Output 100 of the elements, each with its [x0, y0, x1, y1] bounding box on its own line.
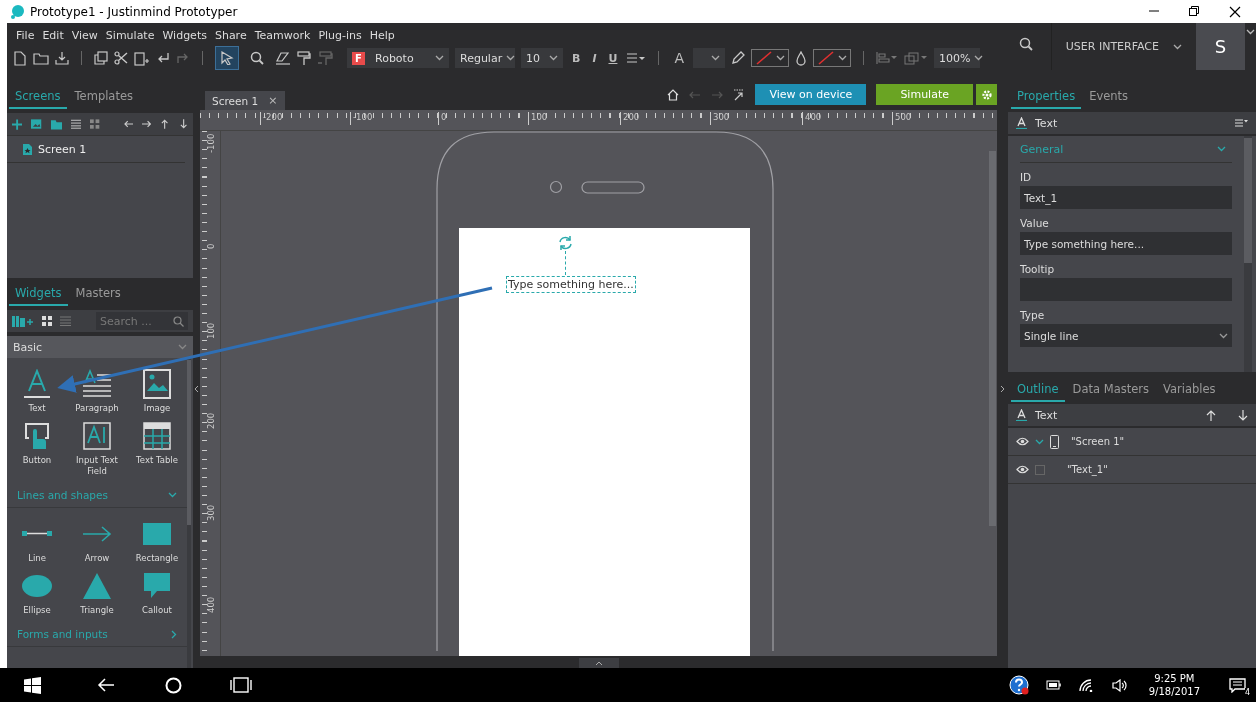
circle-icon[interactable]: [165, 676, 182, 694]
menu-item[interactable]: Share: [214, 28, 247, 42]
stroke-color-swatch[interactable]: [751, 49, 789, 67]
align-icon[interactable]: [626, 52, 647, 64]
wifi-icon[interactable]: [1078, 678, 1095, 692]
list-icon[interactable]: [60, 316, 71, 326]
panel-tab[interactable]: Templates: [68, 89, 139, 109]
font-style-dropdown[interactable]: Regular: [455, 48, 515, 68]
image-icon[interactable]: [31, 118, 42, 130]
scrollbar-thumb[interactable]: [988, 151, 996, 526]
panel-tab[interactable]: Masters: [69, 286, 127, 306]
collapse-left-icon[interactable]: [194, 385, 199, 393]
close-tab-button[interactable]: ×: [268, 94, 278, 107]
eye-icon[interactable]: [1016, 465, 1029, 474]
add-icon[interactable]: [12, 118, 23, 130]
menu-item[interactable]: Plug-ins: [318, 28, 362, 42]
back-icon[interactable]: [97, 678, 115, 692]
grid-icon[interactable]: [42, 316, 52, 326]
font-dropdown[interactable]: F Roboto: [347, 48, 449, 68]
battery-icon[interactable]: [1045, 680, 1062, 690]
drop-icon[interactable]: [795, 50, 807, 66]
widget-item[interactable]: Rectangle: [127, 518, 187, 564]
panel-tab[interactable]: Data Masters: [1066, 382, 1155, 402]
panel-tab[interactable]: Properties: [1011, 89, 1082, 109]
arrow-up-icon[interactable]: [1206, 409, 1216, 421]
eye-icon[interactable]: [1016, 437, 1029, 446]
settings-button[interactable]: [975, 84, 997, 105]
folder-icon[interactable]: [33, 51, 49, 65]
panel-tab[interactable]: Events: [1083, 89, 1135, 109]
underline-button[interactable]: U: [605, 51, 621, 65]
rotate-handle-icon[interactable]: [557, 235, 574, 251]
scissors-icon[interactable]: [114, 51, 128, 65]
widget-item[interactable]: Callout: [127, 570, 187, 616]
panel-tab[interactable]: Screens: [9, 89, 67, 109]
text-color-dropdown[interactable]: [693, 48, 725, 68]
menu-item[interactable]: File: [16, 28, 35, 42]
pencil-icon[interactable]: [731, 51, 745, 65]
menu-item[interactable]: View: [71, 28, 98, 42]
font-size-dropdown[interactable]: 10: [521, 48, 563, 68]
panel-tab[interactable]: Outline: [1011, 382, 1065, 402]
windows-logo-icon[interactable]: [24, 676, 41, 694]
screen-tab[interactable]: Screen 1 ×: [205, 91, 286, 110]
fill-color-swatch[interactable]: [813, 49, 851, 67]
eraser-icon[interactable]: [275, 51, 291, 65]
new-file-icon[interactable]: [13, 50, 27, 66]
bold-button[interactable]: B: [569, 51, 584, 65]
menu-item[interactable]: Simulate: [105, 28, 155, 42]
library-add-icon[interactable]: [12, 315, 34, 327]
paint-roller-icon[interactable]: [297, 50, 311, 66]
help-icon[interactable]: [1008, 675, 1029, 695]
copy-icon[interactable]: [94, 51, 108, 65]
italic-button[interactable]: I: [589, 51, 600, 65]
category-header[interactable]: Basic: [7, 336, 193, 358]
view-on-device-button[interactable]: View on device: [755, 84, 867, 105]
outline-item[interactable]: "Text_1": [1008, 456, 1256, 484]
arrow-up-icon[interactable]: [160, 119, 170, 129]
widget-item[interactable]: Text: [7, 368, 67, 414]
align-objects-icon[interactable]: [876, 51, 898, 65]
download-icon[interactable]: [55, 51, 69, 65]
widget-item[interactable]: Arrow: [67, 518, 127, 564]
menu-item[interactable]: Teamwork: [254, 28, 311, 42]
close-icon[interactable]: [1229, 5, 1241, 18]
restore-icon[interactable]: [1189, 5, 1199, 16]
menu-item[interactable]: Edit: [42, 28, 64, 42]
undo-icon[interactable]: [156, 52, 170, 64]
screen-item[interactable]: Screen 1: [7, 136, 185, 163]
user-avatar[interactable]: S: [1196, 23, 1245, 70]
arrow-down-icon[interactable]: [178, 119, 188, 129]
widget-item[interactable]: Input Text Field: [67, 420, 127, 477]
menu-icon[interactable]: [1235, 119, 1248, 127]
search-icon[interactable]: [1018, 37, 1033, 51]
type-dropdown[interactable]: Single line: [1020, 324, 1232, 347]
home-icon[interactable]: [667, 88, 680, 101]
scrollbar-thumb[interactable]: [1244, 138, 1252, 263]
collapse-up-icon[interactable]: [594, 660, 603, 666]
widget-item[interactable]: Image: [127, 368, 187, 414]
notifications-icon[interactable]: [1229, 677, 1246, 693]
input-field[interactable]: Text_1: [1020, 186, 1232, 209]
pointer-tool[interactable]: [215, 46, 239, 70]
input-field[interactable]: [1020, 278, 1232, 301]
widget-item[interactable]: Triangle: [67, 570, 127, 616]
menu-item[interactable]: Widgets: [162, 28, 207, 42]
collapse-right-icon[interactable]: [1000, 385, 1005, 393]
volume-icon[interactable]: [1111, 678, 1128, 692]
widget-item[interactable]: Line: [7, 518, 67, 564]
list-icon[interactable]: [70, 119, 81, 129]
task-view-icon[interactable]: [230, 677, 252, 693]
outline-item[interactable]: "Screen 1": [1008, 428, 1256, 456]
widget-item[interactable]: Text Table: [127, 420, 187, 477]
arrow-down-icon[interactable]: [1238, 409, 1248, 421]
zoom-dropdown[interactable]: 100%: [934, 48, 980, 68]
input-field[interactable]: Type something here...: [1020, 232, 1232, 255]
folder-add-icon[interactable]: [50, 118, 62, 130]
menu-item[interactable]: Help: [369, 28, 395, 42]
widget-item[interactable]: Button: [7, 420, 67, 477]
clock[interactable]: 9:25 PM 9/18/2017: [1148, 672, 1200, 698]
widget-item[interactable]: Ellipse: [7, 570, 67, 616]
panel-tab[interactable]: Widgets: [9, 286, 68, 306]
redo-icon[interactable]: [176, 52, 190, 64]
text-color-button[interactable]: A: [671, 50, 687, 66]
